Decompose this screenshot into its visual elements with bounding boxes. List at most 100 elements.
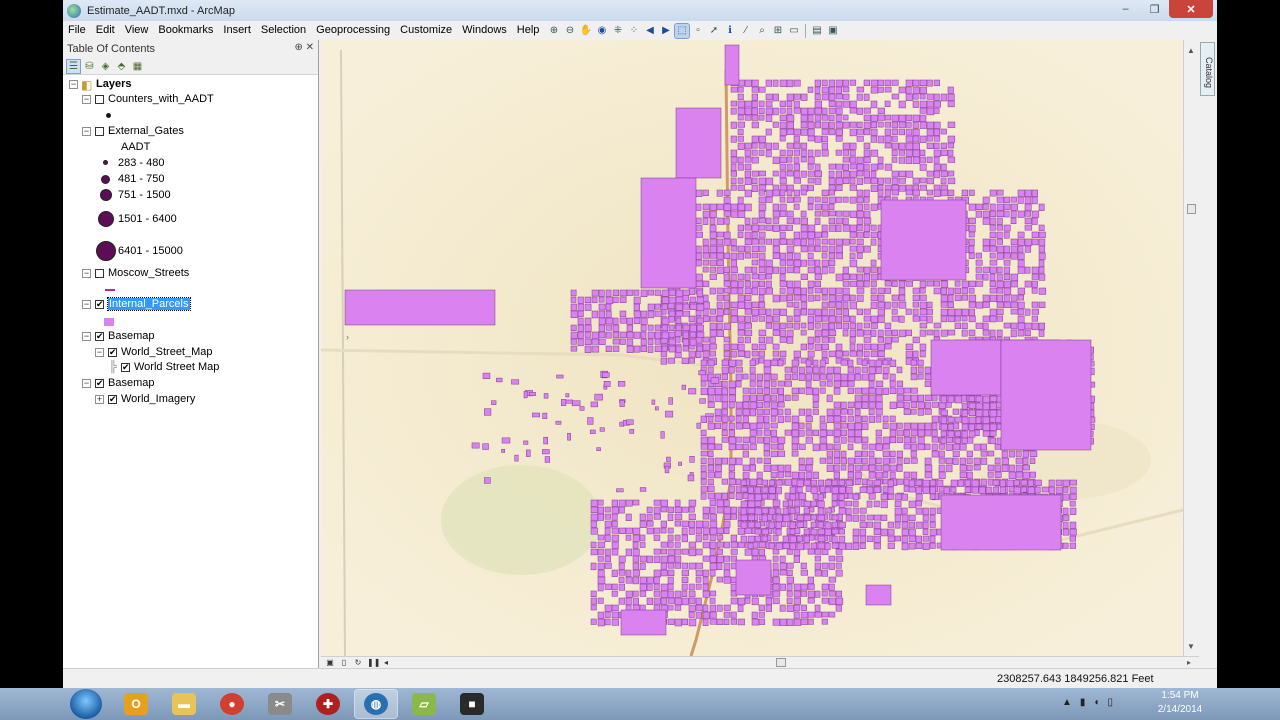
layer-row-world-street-map[interactable]: ╠ ✔ World Street Map: [63, 360, 318, 376]
map-view[interactable]: ›: [321, 40, 1183, 656]
layer-row-basemap-1[interactable]: − ✔ Basemap: [63, 329, 318, 345]
hyperlink-icon[interactable]: ▭: [787, 24, 801, 38]
scroll-right-icon[interactable]: ▸: [1187, 658, 1191, 667]
parcel-shape: [901, 507, 908, 515]
menu-view[interactable]: View: [120, 21, 154, 40]
scroll-up-icon[interactable]: ▲: [1187, 46, 1195, 55]
layer-row-world-street-map-group[interactable]: − ✔ World_Street_Map: [63, 345, 318, 361]
list-by-selection-icon[interactable]: ⬘: [115, 60, 128, 73]
scroll-thumb[interactable]: [1187, 204, 1196, 214]
horizontal-scroll-thumb[interactable]: [776, 658, 786, 667]
list-by-drawing-order-icon[interactable]: ☰: [66, 58, 81, 74]
menu-selection[interactable]: Selection: [256, 21, 311, 40]
pan-icon[interactable]: ✋: [579, 24, 593, 38]
network-icon[interactable]: ▮: [1080, 697, 1086, 708]
maximize-button[interactable]: ❐: [1140, 0, 1169, 18]
data-view-icon[interactable]: ▣: [325, 658, 335, 667]
collapse-icon[interactable]: −: [95, 348, 104, 357]
taskbar-notes[interactable]: ▱: [403, 690, 445, 718]
taskbar-snipping-tool[interactable]: ✂: [259, 690, 301, 718]
scroll-down-icon[interactable]: ▼: [1187, 642, 1195, 651]
taskbar-rescue[interactable]: ✚: [307, 690, 349, 718]
clear-selection-icon[interactable]: ▫: [691, 24, 705, 38]
taskbar-explorer[interactable]: ▬: [163, 690, 205, 718]
catalog-tab[interactable]: Catalog: [1200, 42, 1215, 96]
parcel-shape: [707, 471, 715, 478]
menu-help[interactable]: Help: [512, 21, 545, 40]
measure-icon[interactable]: ⊞: [771, 24, 785, 38]
forward-arrow-icon[interactable]: ▶: [659, 24, 673, 38]
layer-row-counters[interactable]: − Counters_with_AADT: [63, 92, 318, 108]
start-button[interactable]: [70, 689, 102, 719]
volume-icon[interactable]: ◖: [1093, 697, 1099, 708]
parcel-shape: [629, 429, 635, 434]
fixed-zoom-in-icon[interactable]: ⁜: [611, 24, 625, 38]
list-by-visibility-icon[interactable]: ◈: [99, 60, 112, 73]
layer-row-world-imagery[interactable]: + ✔ World_Imagery: [63, 392, 318, 408]
layer-checkbox-basemap-2[interactable]: ✔: [95, 379, 104, 388]
layer-row-basemap-2[interactable]: − ✔ Basemap: [63, 376, 318, 392]
menu-file[interactable]: File: [63, 21, 91, 40]
layout-view-icon[interactable]: ▯: [339, 658, 349, 667]
layer-checkbox-parcels[interactable]: ✔: [95, 300, 104, 309]
scroll-left-icon[interactable]: ◂: [381, 658, 391, 667]
pause-drawing-icon[interactable]: ❚❚: [367, 658, 380, 667]
map-vertical-scrollbar[interactable]: ▲ ▼: [1183, 40, 1199, 656]
layer-checkbox-basemap-1[interactable]: ✔: [95, 332, 104, 341]
collapse-icon[interactable]: −: [69, 80, 78, 89]
menu-edit[interactable]: Edit: [91, 21, 120, 40]
html-popup-icon[interactable]: ⁄: [739, 24, 753, 38]
collapse-icon[interactable]: −: [82, 300, 91, 309]
parcel-shape: [611, 534, 620, 542]
layer-checkbox-gates[interactable]: [95, 127, 104, 136]
menu-bookmarks[interactable]: Bookmarks: [153, 21, 218, 40]
back-arrow-icon[interactable]: ◀: [643, 24, 657, 38]
collapse-icon[interactable]: −: [82, 269, 91, 278]
viewer-icon[interactable]: ▣: [826, 24, 840, 38]
layer-checkbox-counters[interactable]: [95, 95, 104, 104]
taskbar-camtasia[interactable]: ■: [451, 690, 493, 718]
collapse-icon[interactable]: −: [82, 127, 91, 136]
taskbar-outlook[interactable]: O: [115, 690, 157, 718]
expand-icon[interactable]: +: [95, 395, 104, 404]
layer-checkbox-streets[interactable]: [95, 269, 104, 278]
clock[interactable]: 1:54 PM 2/14/2014: [1148, 689, 1212, 717]
menu-geoprocessing[interactable]: Geoprocessing: [311, 21, 395, 40]
collapse-icon[interactable]: −: [82, 95, 91, 104]
layer-row-gates[interactable]: − External_Gates: [63, 124, 318, 140]
menu-windows[interactable]: Windows: [457, 21, 512, 40]
fixed-zoom-out-icon[interactable]: ⁘: [627, 24, 641, 38]
select-features-icon[interactable]: ⬚: [674, 22, 690, 39]
parcel-shape: [812, 408, 819, 415]
identify-icon[interactable]: ℹ: [723, 24, 737, 38]
parcel-shape: [884, 86, 892, 93]
taskbar-arcmap[interactable]: ◍: [354, 689, 398, 719]
zoom-out-icon[interactable]: ⊖: [563, 24, 577, 38]
layer-row-streets[interactable]: − Moscow_Streets: [63, 266, 318, 282]
parcel-shape: [709, 217, 716, 225]
minimize-button[interactable]: –: [1111, 0, 1140, 18]
layer-checkbox-world-street-map[interactable]: ✔: [121, 363, 130, 372]
find-icon[interactable]: ⌕: [755, 24, 769, 38]
refresh-icon[interactable]: ↻: [353, 658, 363, 667]
map-canvas[interactable]: ›: [321, 40, 1183, 656]
toc-options-icon[interactable]: ▦: [131, 60, 144, 73]
layer-checkbox-world-street-map-group[interactable]: ✔: [108, 348, 117, 357]
time-slider-icon[interactable]: ▤: [810, 24, 824, 38]
layer-row-parcels[interactable]: − ✔ Internal_Parcels: [63, 297, 318, 313]
menu-insert[interactable]: Insert: [218, 21, 256, 40]
full-extent-icon[interactable]: ◉: [595, 24, 609, 38]
zoom-in-icon[interactable]: ⊕: [547, 24, 561, 38]
layers-root-row[interactable]: − ◧ Layers: [63, 77, 318, 93]
tray-expand-icon[interactable]: ▲: [1062, 697, 1072, 708]
battery-icon[interactable]: ▯: [1107, 697, 1113, 708]
close-button[interactable]: ✕: [1169, 0, 1213, 18]
select-elements-icon[interactable]: ➚: [707, 24, 721, 38]
layer-checkbox-world-imagery[interactable]: ✔: [108, 395, 117, 404]
toc-window-buttons[interactable]: ⊕ ✕: [294, 42, 314, 53]
list-by-source-icon[interactable]: ⛁: [83, 60, 96, 73]
taskbar-chrome[interactable]: ●: [211, 690, 253, 718]
collapse-icon[interactable]: −: [82, 379, 91, 388]
collapse-icon[interactable]: −: [82, 332, 91, 341]
menu-customize[interactable]: Customize: [395, 21, 457, 40]
